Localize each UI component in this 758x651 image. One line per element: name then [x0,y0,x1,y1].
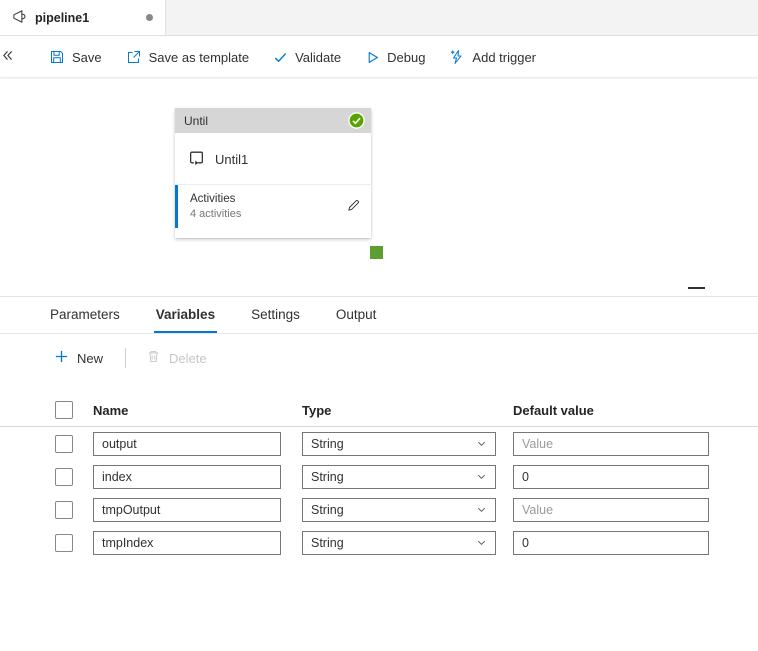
debug-button[interactable]: Debug [354,44,436,71]
tab-output[interactable]: Output [334,297,379,333]
panel-tabs: Parameters Variables Settings Output [0,297,758,334]
debug-label: Debug [387,49,426,65]
variable-name-input[interactable] [93,530,281,555]
row-checkbox[interactable] [55,533,73,552]
plus-icon [54,349,69,367]
validate-check-icon [273,50,288,65]
command-separator [125,348,127,368]
edit-activities-pencil-icon[interactable] [346,198,361,216]
variable-name-input[interactable] [93,464,281,489]
variable-row: String [0,493,758,526]
pipeline-icon [12,9,27,27]
add-trigger-lightning-icon [449,49,465,65]
name-column-header: Name [93,402,129,418]
until-type-label: Until [184,113,209,128]
chevron-down-icon [476,537,487,548]
pipeline-editor: { "tab_bar": { "active_tab": { "title": … [0,0,758,651]
tab-pipeline1[interactable]: pipeline1 [0,0,166,35]
type-value: String [311,469,344,484]
row-checkbox[interactable] [55,467,73,486]
delete-label: Delete [169,350,207,366]
type-value: String [311,436,344,451]
default-column-header: Default value [513,402,594,418]
select-all-checkbox[interactable] [55,401,73,419]
variable-type-dropdown[interactable]: String [302,464,496,489]
variable-name-input[interactable] [93,497,281,522]
variable-type-dropdown[interactable]: String [302,530,496,555]
panel-collapse-handle[interactable] [688,287,705,289]
until-activities-section[interactable]: Activities 4 activities [175,185,371,228]
tab-parameters[interactable]: Parameters [48,297,122,333]
pipeline-canvas[interactable]: Until Until1 Activities 4 activities [0,79,758,296]
tab-variables[interactable]: Variables [153,297,218,333]
activities-label: Activities [190,193,236,205]
until-activity-name-row[interactable]: Until1 [175,133,371,184]
tab-settings[interactable]: Settings [249,297,302,333]
variable-row: String [0,427,758,460]
until-activity-header: Until [175,108,371,133]
variable-default-input[interactable] [513,464,709,489]
activities-count: 4 activities [190,208,242,220]
variable-row: String [0,526,758,559]
until-activities-text: Activities 4 activities [190,192,241,221]
validate-label: Validate [295,49,342,65]
variables-command-bar: New Delete [0,335,758,381]
save-label: Save [72,49,102,65]
success-check-icon [348,112,365,129]
chevron-down-icon [476,471,487,482]
new-variable-button[interactable]: New [48,344,109,372]
save-icon [49,49,65,65]
delete-variable-button: Delete [140,344,213,372]
trash-icon [146,349,161,367]
pipeline-toolbar: Save Save as template Validate Debug Add… [0,37,758,78]
row-checkbox[interactable] [55,434,73,453]
variable-type-dropdown[interactable]: String [302,431,496,456]
debug-play-icon [365,50,380,65]
unsaved-changes-dot [146,14,153,21]
save-button[interactable]: Save [38,43,113,71]
save-as-template-button[interactable]: Save as template [115,43,260,71]
add-trigger-button[interactable]: Add trigger [438,43,547,71]
variable-default-input[interactable] [513,530,709,555]
chevron-down-icon [476,438,487,449]
variables-table-header: Name Type Default value [0,394,758,427]
chevron-down-icon [476,504,487,515]
new-label: New [77,350,104,366]
type-column-header: Type [302,402,332,418]
variable-default-input[interactable] [513,431,709,456]
add-trigger-label: Add trigger [472,49,537,65]
until-output-connector[interactable] [370,246,383,259]
tab-title: pipeline1 [35,10,90,25]
save-as-template-icon [126,49,142,65]
type-value: String [311,535,344,550]
type-value: String [311,502,344,517]
editor-tab-bar: pipeline1 [0,0,758,36]
save-as-template-label: Save as template [148,49,250,65]
validate-button[interactable]: Validate [262,44,352,71]
variable-default-input[interactable] [513,497,709,522]
until-activity-card[interactable]: Until Until1 Activities 4 activities [175,108,371,238]
variable-name-input[interactable] [93,431,281,456]
variable-type-dropdown[interactable]: String [302,497,496,522]
configuration-panel: Parameters Variables Settings Output New… [0,296,758,651]
collapse-sidebar-icon[interactable] [1,49,14,65]
row-checkbox[interactable] [55,500,73,519]
until-activity-name: Until1 [215,151,249,167]
variable-row: String [0,460,758,493]
until-loop-icon [188,149,205,169]
